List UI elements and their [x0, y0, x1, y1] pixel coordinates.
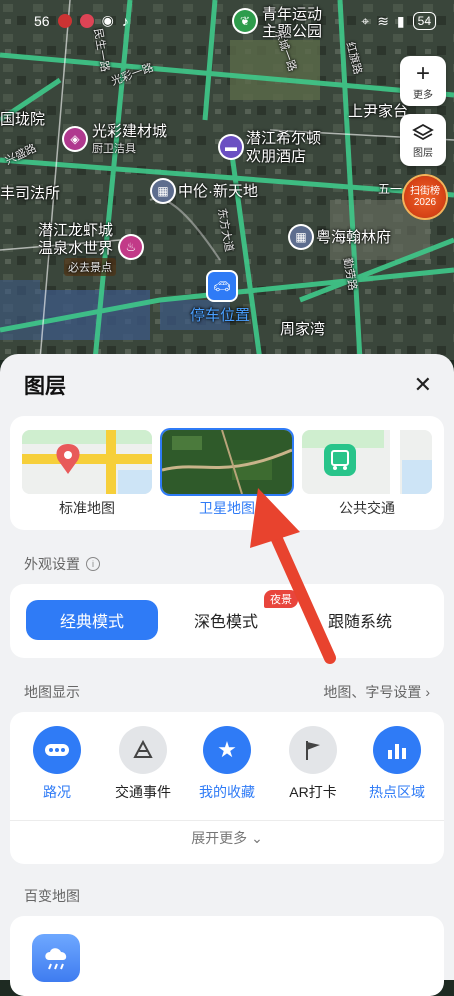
layer-option-standard[interactable] [22, 430, 152, 494]
residence-poi-icon[interactable]: ▦ [290, 226, 312, 248]
battery-indicator: 54 [412, 12, 436, 30]
night-badge: 夜景 [264, 590, 298, 608]
map-label-wuyi[interactable]: 五一 [378, 180, 402, 197]
display-label-events: 交通事件 [115, 784, 171, 800]
rank-label: 扫街榜 [410, 186, 440, 197]
signal-icon: ▮ [396, 12, 405, 29]
panel-title: 图层 [24, 375, 66, 398]
more-button[interactable]: + 更多 [400, 56, 446, 106]
standard-map-thumb [22, 430, 152, 494]
layer-options-card: 标准地图 卫星地图 公共交通 [10, 416, 444, 530]
location-icon: ⌖ [361, 12, 370, 29]
map-label-zhoujiawan[interactable]: 周家湾 [280, 318, 325, 339]
map-label-zhonglun[interactable]: 中伦·新天地 [178, 180, 258, 201]
map-label-parking[interactable]: 停车位置 [190, 304, 250, 325]
display-label-ar: AR打卡 [289, 784, 337, 800]
flag-icon [289, 726, 337, 774]
traffic-icon [33, 726, 81, 774]
plus-icon: + [415, 59, 430, 87]
layer-panel: 图层 ✕ 标准地图 卫星地图 公共交通 外观设置 i 经典模式 深色模式 跟随系… [0, 354, 454, 996]
rain-cloud-icon [45, 948, 67, 970]
map-label-longxia[interactable]: 潜江龙虾城 温泉水世界 [38, 222, 113, 258]
layer-option-transit[interactable] [302, 430, 432, 494]
map-label-shangyin[interactable]: 上尹家台 [348, 100, 408, 121]
must-go-tag: 必去景点 [64, 258, 116, 276]
app-icon [79, 13, 94, 28]
wifi-icon: ≋ [377, 12, 389, 29]
variety-section-title: 百变地图 [24, 888, 80, 904]
display-item-favorites[interactable]: ★ 我的收藏 [184, 726, 270, 802]
building-poi-icon[interactable]: ▦ [152, 180, 174, 202]
shop-poi-icon[interactable]: ◈ [64, 128, 86, 150]
chevron-right-icon: › [425, 684, 430, 700]
chevron-down-icon: ⌄ [251, 830, 263, 846]
mode-classic-button[interactable]: 经典模式 [26, 600, 158, 640]
close-icon[interactable]: ✕ [414, 372, 432, 398]
map-label-guangcai-building[interactable]: 光彩建材城 [92, 120, 167, 141]
traffic-event-icon [119, 726, 167, 774]
map-label-yuehai[interactable]: 粤海翰林府 [316, 226, 391, 247]
map-label-guolong[interactable]: 国珑院 [0, 108, 45, 129]
car-icon: 🚗︎ [213, 277, 231, 294]
display-label-favorites: 我的收藏 [199, 784, 255, 800]
expand-more-button[interactable]: 展开更多 ⌄ [10, 828, 444, 848]
display-item-ar[interactable]: AR打卡 [270, 726, 356, 802]
map-label-guangcai-sub: 厨卫洁具 [92, 143, 136, 155]
layer-label: 图层 [413, 147, 433, 159]
display-settings-link[interactable]: 地图、字号设置 › [323, 682, 430, 702]
expand-more-label: 展开更多 [191, 830, 248, 846]
display-label-hotspot: 热点区域 [369, 784, 425, 800]
display-card: 路况 交通事件 ★ 我的收藏 AR打卡 热点区域 展开更多 ⌄ [10, 712, 444, 864]
map-label-hilton[interactable]: 潜江希尔顿 欢朋酒店 [246, 130, 321, 166]
layer-label-standard: 标准地图 [59, 500, 115, 516]
park-poi-icon[interactable]: ❦ [234, 10, 256, 32]
weather-map-option[interactable] [32, 934, 80, 982]
rank-year: 2026 [413, 197, 437, 208]
hotel-poi-icon[interactable]: ▬ [220, 136, 242, 158]
layer-label-transit: 公共交通 [339, 500, 395, 516]
more-label: 更多 [413, 89, 433, 101]
tiktok-icon: ♪ [121, 12, 129, 29]
display-item-hotspot[interactable]: 热点区域 [354, 726, 440, 802]
display-item-events[interactable]: 交通事件 [100, 726, 186, 802]
satellite-map[interactable]: 56 ◉ ♪ ⌖ ≋ ▮ 54 ❦ 青年运动 主题公园 民生一路 光彩一路 东城… [0, 0, 454, 360]
divider [10, 820, 444, 821]
star-icon: ★ [203, 726, 251, 774]
display-item-traffic[interactable]: 路况 [14, 726, 100, 802]
mode-system-button[interactable]: 跟随系统 [294, 600, 426, 640]
display-section-title: 地图显示 [24, 684, 80, 700]
attraction-poi-icon[interactable]: ♨ [120, 236, 142, 258]
appearance-section-title: 外观设置 i [24, 554, 100, 574]
layers-icon [412, 123, 434, 140]
parking-marker[interactable]: 🚗︎ [208, 272, 236, 300]
status-time: 56 [34, 12, 50, 29]
notification-icon [57, 13, 72, 28]
transit-map-thumb [302, 430, 432, 494]
street-rank-badge[interactable]: 扫街榜 2026 [404, 176, 446, 218]
layer-button[interactable]: 图层 [400, 114, 446, 166]
display-label-traffic: 路况 [43, 784, 71, 800]
display-settings-label: 地图、字号设置 [323, 684, 422, 700]
satellite-map-thumb [162, 430, 292, 494]
layer-label-satellite: 卫星地图 [199, 500, 255, 516]
bar-chart-icon [373, 726, 421, 774]
status-bar: 56 ◉ ♪ ⌖ ≋ ▮ 54 [0, 0, 454, 44]
info-icon[interactable]: i [86, 557, 100, 571]
appearance-title: 外观设置 [24, 556, 80, 572]
layer-option-satellite[interactable] [162, 430, 292, 494]
appearance-card: 经典模式 深色模式 跟随系统 夜景 [10, 584, 444, 658]
variety-card [10, 916, 444, 996]
map-label-court[interactable]: 丰司法所 [0, 182, 60, 203]
